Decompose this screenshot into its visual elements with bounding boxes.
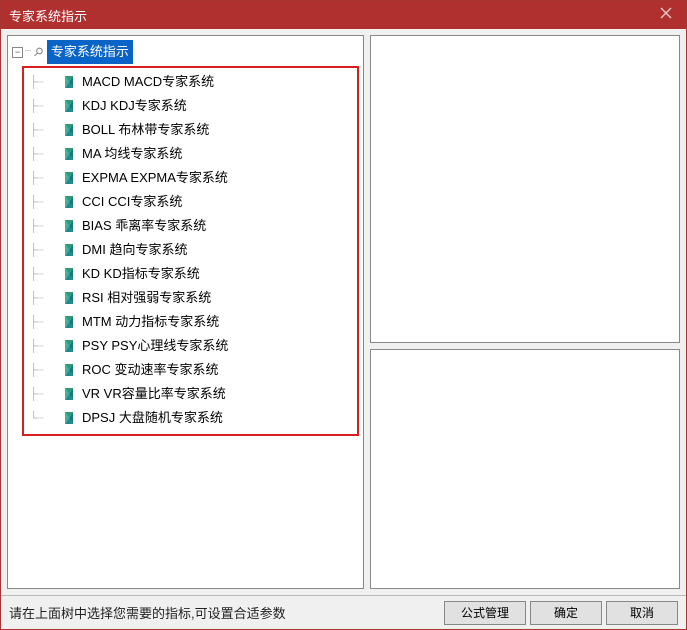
close-button[interactable] bbox=[646, 1, 686, 29]
tree-item-label: BIAS 乖离率专家系统 bbox=[82, 215, 206, 237]
tree-item[interactable]: ├┈ CCI CCI专家系统 bbox=[24, 190, 351, 214]
tree-item[interactable]: ├┈ EXPMA EXPMA专家系统 bbox=[24, 166, 351, 190]
tree-item[interactable]: ├┈ KD KD指标专家系统 bbox=[24, 262, 351, 286]
preview-panel-top bbox=[370, 35, 680, 343]
tree-item[interactable]: ├┈ RSI 相对强弱专家系统 bbox=[24, 286, 351, 310]
right-panel bbox=[370, 35, 680, 589]
indicator-icon bbox=[62, 219, 76, 233]
indicator-icon bbox=[62, 123, 76, 137]
tree-item[interactable]: └┈ DPSJ 大盘随机专家系统 bbox=[24, 406, 351, 430]
indicator-icon bbox=[62, 387, 76, 401]
tree-item[interactable]: ├┈ BOLL 布林带专家系统 bbox=[24, 118, 351, 142]
indicator-icon bbox=[62, 99, 76, 113]
tree-item[interactable]: ├┈ BIAS 乖离率专家系统 bbox=[24, 214, 351, 238]
tree-connector: ├┈ bbox=[24, 263, 62, 285]
tree-connector: ├┈ bbox=[24, 311, 62, 333]
tree-item[interactable]: ├┈ MA 均线专家系统 bbox=[24, 142, 351, 166]
tree-connector: ├┈ bbox=[24, 335, 62, 357]
tree-item-label: KDJ KDJ专家系统 bbox=[82, 95, 187, 117]
tree-connector: ├┈ bbox=[24, 143, 62, 165]
tree-item[interactable]: ├┈ PSY PSY心理线专家系统 bbox=[24, 334, 351, 358]
indicator-icon bbox=[62, 267, 76, 281]
footer: 请在上面树中选择您需要的指标,可设置合适参数 公式管理 确定 取消 bbox=[1, 595, 686, 629]
indicator-icon bbox=[62, 315, 76, 329]
tree-item-label: DMI 趋向专家系统 bbox=[82, 239, 187, 261]
ok-button[interactable]: 确定 bbox=[530, 601, 602, 625]
tree-item-label: MTM 动力指标专家系统 bbox=[82, 311, 219, 333]
close-icon bbox=[660, 6, 672, 24]
tree-item[interactable]: ├┈ MACD MACD专家系统 bbox=[24, 70, 351, 94]
indicator-icon bbox=[62, 411, 76, 425]
tree-connector: ├┈ bbox=[24, 215, 62, 237]
footer-hint: 请在上面树中选择您需要的指标,可设置合适参数 bbox=[9, 603, 440, 622]
tree-item-label: MACD MACD专家系统 bbox=[82, 71, 214, 93]
tree-connector: ├┈ bbox=[24, 167, 62, 189]
indicator-icon bbox=[62, 291, 76, 305]
tree-connector: ├┈ bbox=[24, 383, 62, 405]
tree-item-label: DPSJ 大盘随机专家系统 bbox=[82, 407, 223, 429]
tree-connector: ├┈ bbox=[24, 95, 62, 117]
tree-item[interactable]: ├┈ VR VR容量比率专家系统 bbox=[24, 382, 351, 406]
collapse-icon[interactable]: − bbox=[12, 47, 23, 58]
tree-connector: └┈ bbox=[24, 407, 62, 429]
tree-item-label: VR VR容量比率专家系统 bbox=[82, 383, 226, 405]
titlebar: 专家系统指示 bbox=[1, 1, 686, 29]
tree-root-label: 专家系统指示 bbox=[47, 40, 133, 64]
tree-item-label: KD KD指标专家系统 bbox=[82, 263, 200, 285]
preview-panel-bottom bbox=[370, 349, 680, 589]
tree-item-label: BOLL 布林带专家系统 bbox=[82, 119, 209, 141]
tree-connector: ├┈ bbox=[24, 191, 62, 213]
tree-item[interactable]: ├┈ KDJ KDJ专家系统 bbox=[24, 94, 351, 118]
dialog-window: 专家系统指示 − ┈ ⚲ 专家系统指示 ├┈ MACD MACD专家系统 ├┈ KDJ… bbox=[0, 0, 687, 630]
tree-children-box: ├┈ MACD MACD专家系统 ├┈ KDJ KDJ专家系统 ├┈ BOLL 布林带专家… bbox=[22, 66, 359, 436]
window-title: 专家系统指示 bbox=[9, 6, 646, 25]
indicator-icon bbox=[62, 147, 76, 161]
tree-item[interactable]: ├┈ MTM 动力指标专家系统 bbox=[24, 310, 351, 334]
tree-item-label: RSI 相对强弱专家系统 bbox=[82, 287, 211, 309]
cancel-button[interactable]: 取消 bbox=[606, 601, 678, 625]
indicator-icon bbox=[62, 195, 76, 209]
formula-manage-button[interactable]: 公式管理 bbox=[444, 601, 526, 625]
tree-item[interactable]: ├┈ ROC 变动速率专家系统 bbox=[24, 358, 351, 382]
tree-item[interactable]: ├┈ DMI 趋向专家系统 bbox=[24, 238, 351, 262]
tree-connector: ┈ bbox=[25, 41, 30, 63]
indicator-icon bbox=[62, 75, 76, 89]
tree-item-label: CCI CCI专家系统 bbox=[82, 191, 182, 213]
indicator-icon bbox=[62, 339, 76, 353]
tree-root: − ┈ ⚲ 专家系统指示 ├┈ MACD MACD专家系统 ├┈ KDJ KDJ专家系… bbox=[12, 40, 359, 436]
tree-item-label: ROC 变动速率专家系统 bbox=[82, 359, 219, 381]
indicator-icon bbox=[62, 171, 76, 185]
tree-item-label: EXPMA EXPMA专家系统 bbox=[82, 167, 228, 189]
tree-connector: ├┈ bbox=[24, 71, 62, 93]
indicator-icon bbox=[62, 243, 76, 257]
tree-panel: − ┈ ⚲ 专家系统指示 ├┈ MACD MACD专家系统 ├┈ KDJ KDJ专家系… bbox=[7, 35, 364, 589]
dialog-body: − ┈ ⚲ 专家系统指示 ├┈ MACD MACD专家系统 ├┈ KDJ KDJ专家系… bbox=[1, 29, 686, 595]
tree-connector: ├┈ bbox=[24, 359, 62, 381]
tree-root-row[interactable]: − ┈ ⚲ 专家系统指示 bbox=[12, 40, 359, 64]
tree-connector: ├┈ bbox=[24, 119, 62, 141]
tree-connector: ├┈ bbox=[24, 287, 62, 309]
indicator-icon bbox=[62, 363, 76, 377]
tree-connector: ├┈ bbox=[24, 239, 62, 261]
tree-item-label: MA 均线专家系统 bbox=[82, 143, 182, 165]
tree-item-label: PSY PSY心理线专家系统 bbox=[82, 335, 228, 357]
